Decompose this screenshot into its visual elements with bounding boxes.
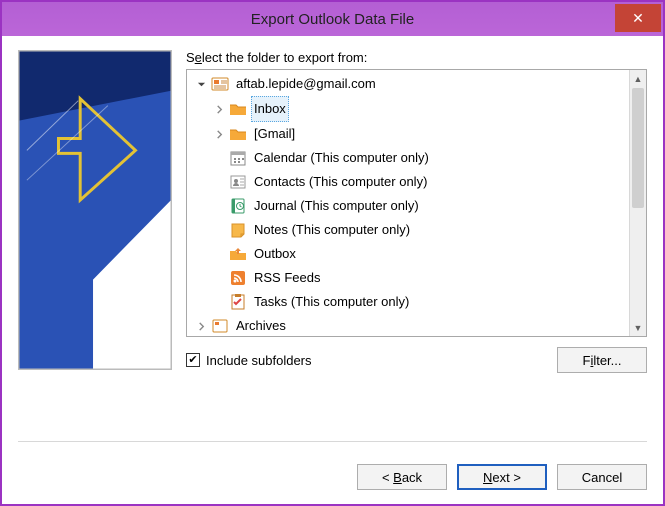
wizard-graphic bbox=[18, 50, 172, 370]
scrollbar[interactable]: ▲ ▼ bbox=[629, 70, 646, 336]
contacts-icon bbox=[229, 173, 247, 191]
tree-label: aftab.lepide@gmail.com bbox=[233, 72, 379, 96]
expander-expand-icon[interactable] bbox=[195, 320, 208, 333]
rss-icon bbox=[229, 269, 247, 287]
tree-item-archives[interactable]: Archives bbox=[195, 314, 629, 336]
tree-item-notes[interactable]: Notes (This computer only) bbox=[213, 218, 629, 242]
tree-item-inbox[interactable]: Inbox bbox=[213, 96, 629, 122]
tree-label: Notes (This computer only) bbox=[251, 218, 413, 242]
close-button[interactable]: ✕ bbox=[615, 4, 661, 32]
tree-item-account[interactable]: aftab.lepide@gmail.com bbox=[195, 72, 629, 314]
tasks-icon bbox=[229, 293, 247, 311]
tree-label: Tasks (This computer only) bbox=[251, 290, 412, 314]
folder-icon bbox=[229, 125, 247, 143]
tree-label: Outbox bbox=[251, 242, 299, 266]
tree-label: Calendar (This computer only) bbox=[251, 146, 432, 170]
tree-label: Archives bbox=[233, 314, 289, 336]
next-button[interactable]: Next > bbox=[457, 464, 547, 490]
scroll-down-icon[interactable]: ▼ bbox=[630, 319, 646, 336]
separator bbox=[18, 441, 647, 442]
dialog-body: Select the folder to export from: bbox=[2, 36, 663, 452]
folder-tree[interactable]: aftab.lepide@gmail.com bbox=[186, 69, 647, 337]
expander-expand-icon[interactable] bbox=[213, 103, 226, 116]
prompt-label: Select the folder to export from: bbox=[186, 50, 647, 65]
filter-button[interactable]: Filter... bbox=[557, 347, 647, 373]
account-icon bbox=[211, 75, 229, 93]
notes-icon bbox=[229, 221, 247, 239]
expander-collapse-icon[interactable] bbox=[195, 78, 208, 91]
tree-item-tasks[interactable]: Tasks (This computer only) bbox=[213, 290, 629, 314]
export-dialog: Export Outlook Data File ✕ Se bbox=[0, 0, 665, 506]
outbox-icon bbox=[229, 245, 247, 263]
title-bar[interactable]: Export Outlook Data File ✕ bbox=[2, 2, 663, 36]
folder-icon bbox=[229, 100, 247, 118]
tree-item-gmail[interactable]: [Gmail] bbox=[213, 122, 629, 146]
close-icon: ✕ bbox=[632, 10, 644, 27]
expander-expand-icon[interactable] bbox=[213, 128, 226, 141]
back-button[interactable]: < Back bbox=[357, 464, 447, 490]
window-title: Export Outlook Data File bbox=[2, 11, 663, 28]
journal-icon bbox=[229, 197, 247, 215]
tree-item-calendar[interactable]: Calendar (This computer only) bbox=[213, 146, 629, 170]
tree-item-contacts[interactable]: Contacts (This computer only) bbox=[213, 170, 629, 194]
tree-label: [Gmail] bbox=[251, 122, 298, 146]
include-subfolders-checkbox[interactable]: ✔ Include subfolders bbox=[186, 353, 547, 368]
calendar-icon bbox=[229, 149, 247, 167]
tree-label: Journal (This computer only) bbox=[251, 194, 422, 218]
tree-label: Inbox bbox=[251, 96, 289, 122]
tree-item-outbox[interactable]: Outbox bbox=[213, 242, 629, 266]
include-subfolders-label: Include subfolders bbox=[206, 353, 312, 368]
tree-label: Contacts (This computer only) bbox=[251, 170, 430, 194]
tree-item-journal[interactable]: Journal (This computer only) bbox=[213, 194, 629, 218]
tree-label: RSS Feeds bbox=[251, 266, 323, 290]
cancel-button[interactable]: Cancel bbox=[557, 464, 647, 490]
dialog-footer: < Back Next > Cancel bbox=[2, 452, 663, 504]
scroll-thumb[interactable] bbox=[632, 88, 644, 208]
data-file-icon bbox=[211, 317, 229, 335]
tree-item-rss[interactable]: RSS Feeds bbox=[213, 266, 629, 290]
checkmark-icon: ✔ bbox=[186, 353, 200, 367]
scroll-up-icon[interactable]: ▲ bbox=[630, 70, 646, 87]
